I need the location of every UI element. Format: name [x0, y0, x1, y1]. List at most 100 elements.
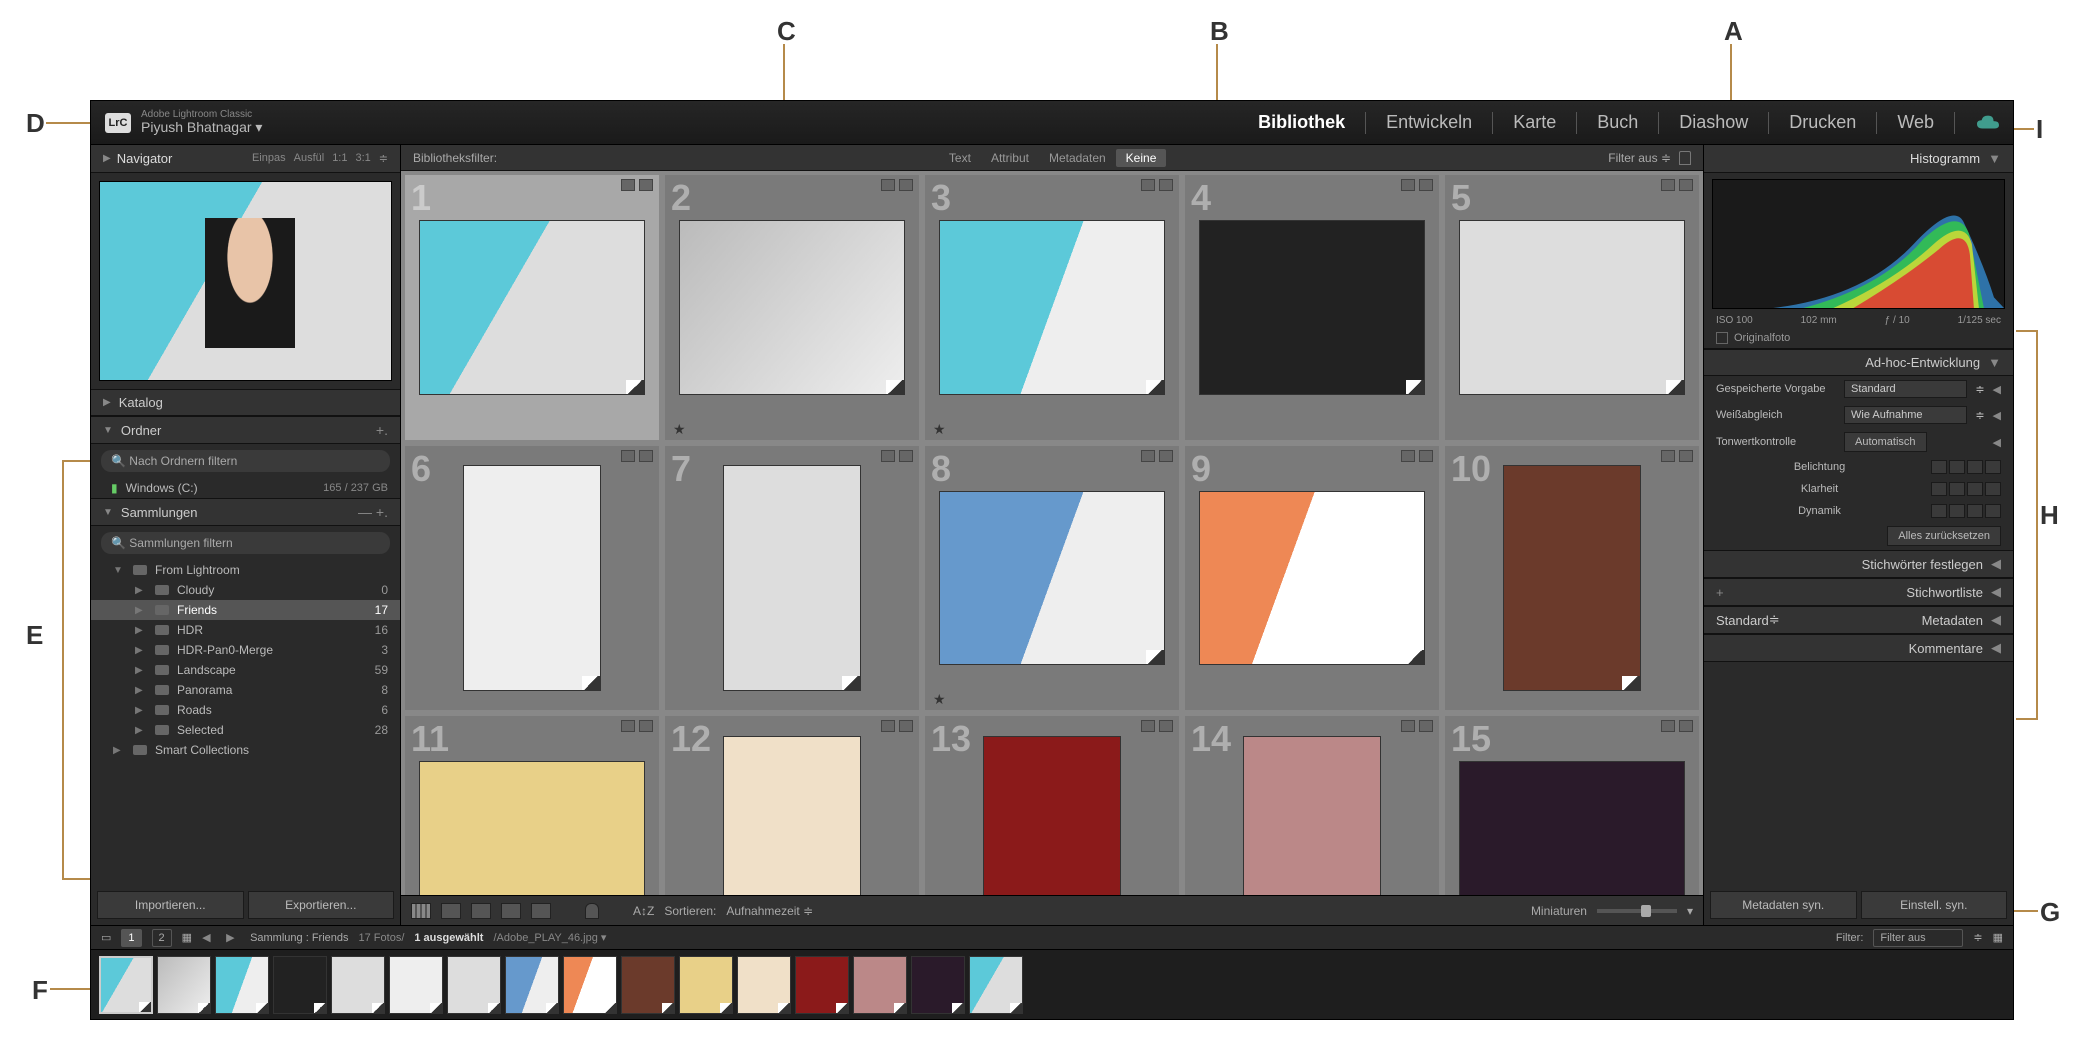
grid-cell[interactable]: 10	[1445, 446, 1699, 711]
nav-back-icon[interactable]: ◀	[202, 931, 216, 945]
survey-view-icon[interactable]	[501, 903, 521, 919]
collection-item[interactable]: ▶Panorama8	[91, 680, 400, 700]
navigator-preview[interactable]	[99, 181, 392, 381]
cloud-sync-icon[interactable]	[1977, 115, 1999, 131]
wb-dropdown[interactable]: Wie Aufnahme	[1844, 406, 1967, 424]
folders-filter-input[interactable]: 🔍 Nach Ordnern filtern	[101, 450, 390, 472]
collection-item[interactable]: ▶Selected28	[91, 720, 400, 740]
sort-value[interactable]: Aufnahmezeit ≑	[726, 904, 813, 918]
module-develop[interactable]: Entwickeln	[1380, 112, 1478, 133]
grid-cell[interactable]: 7	[665, 446, 919, 711]
module-web[interactable]: Web	[1891, 112, 1940, 133]
histogram-display[interactable]	[1712, 179, 2005, 309]
comments-header[interactable]: Kommentare◀	[1704, 634, 2013, 662]
add-collection-icon[interactable]: — +.	[358, 504, 388, 520]
grid-cell[interactable]: 9	[1185, 446, 1439, 711]
thumbnail-size-slider[interactable]	[1597, 909, 1677, 913]
people-view-icon[interactable]	[531, 903, 551, 919]
grid-cell[interactable]: 1	[405, 175, 659, 440]
grid-cell[interactable]: 5	[1445, 175, 1699, 440]
quick-develop-header[interactable]: Ad-hoc-Entwicklung▼	[1704, 349, 2013, 376]
add-folder-icon[interactable]: +.	[376, 422, 388, 438]
filter-tab-text[interactable]: Text	[939, 149, 981, 167]
filmstrip-thumb[interactable]	[157, 956, 211, 1014]
keywordlist-header[interactable]: +Stichwortliste◀	[1704, 578, 2013, 606]
metadata-preset-dropdown[interactable]: Standard	[1716, 613, 1769, 628]
vibrance-steppers[interactable]	[1931, 504, 2001, 518]
sort-direction-icon[interactable]: A↕Z	[633, 904, 654, 918]
catalog-panel-header[interactable]: ▶Katalog	[91, 389, 400, 416]
lock-icon[interactable]	[1679, 151, 1691, 165]
module-map[interactable]: Karte	[1507, 112, 1562, 133]
grid-cell[interactable]: 13	[925, 716, 1179, 895]
filmstrip-thumb[interactable]	[99, 956, 153, 1014]
identity-plate[interactable]: Adobe Lightroom Classic Piyush Bhatnagar…	[141, 109, 262, 135]
collection-group[interactable]: ▼From Lightroom	[91, 560, 400, 580]
filmstrip-thumb[interactable]	[505, 956, 559, 1014]
filmstrip-menu-icon[interactable]: ▦	[1993, 931, 2003, 944]
checkbox-icon[interactable]	[1716, 332, 1728, 344]
collections-panel-header[interactable]: ▼Sammlungen— +.	[91, 498, 400, 526]
filter-tab-none[interactable]: Keine	[1116, 149, 1167, 167]
toolbar-menu-icon[interactable]: ▾	[1687, 904, 1693, 918]
filmstrip-thumb[interactable]	[621, 956, 675, 1014]
grid-cell[interactable]: 2★	[665, 175, 919, 440]
compare-view-icon[interactable]	[471, 903, 491, 919]
grid-mode-icon[interactable]: ▦	[182, 931, 192, 944]
collection-item[interactable]: ▶HDR16	[91, 620, 400, 640]
drive-row[interactable]: ▮ Windows (C:)165 / 237 GB	[91, 478, 400, 498]
auto-tone-button[interactable]: Automatisch	[1844, 432, 1927, 452]
original-photo-row[interactable]: Originalfoto	[1704, 328, 2013, 349]
painter-icon[interactable]	[585, 903, 599, 919]
filter-tab-metadata[interactable]: Metadaten	[1039, 149, 1116, 167]
preset-dropdown[interactable]: Standard	[1844, 380, 1967, 398]
import-button[interactable]: Importieren...	[97, 891, 244, 919]
sync-metadata-button[interactable]: Metadaten syn.	[1710, 891, 1857, 919]
grid-cell[interactable]: 8★	[925, 446, 1179, 711]
module-slideshow[interactable]: Diashow	[1673, 112, 1754, 133]
histogram-panel-header[interactable]: Histogramm▼	[1704, 145, 2013, 173]
folders-panel-header[interactable]: ▼Ordner+.	[91, 416, 400, 444]
grid-cell[interactable]: 4	[1185, 175, 1439, 440]
collection-item[interactable]: ▶Roads6	[91, 700, 400, 720]
export-button[interactable]: Exportieren...	[248, 891, 395, 919]
grid-cell[interactable]: 15	[1445, 716, 1699, 895]
filmstrip-thumb[interactable]	[969, 956, 1023, 1014]
grid-view-icon[interactable]	[411, 903, 431, 919]
nav-fwd-icon[interactable]: ▶	[226, 931, 240, 945]
navigator-zoom-opts[interactable]: EinpasAusfül1:13:1 ≑	[252, 152, 388, 165]
reset-all-button[interactable]: Alles zurücksetzen	[1887, 526, 2001, 546]
filmstrip-thumb[interactable]	[679, 956, 733, 1014]
filmstrip-thumb[interactable]	[273, 956, 327, 1014]
navigator-panel-header[interactable]: ▶ Navigator EinpasAusfül1:13:1 ≑	[91, 145, 400, 173]
screen-mode-2[interactable]: 2	[152, 929, 172, 947]
filmstrip-thumb[interactable]	[563, 956, 617, 1014]
grid-cell[interactable]: 3★	[925, 175, 1179, 440]
filmstrip-thumb[interactable]	[737, 956, 791, 1014]
smart-collections-group[interactable]: ▶Smart Collections	[91, 740, 400, 760]
filmstrip-thumb[interactable]	[853, 956, 907, 1014]
module-library[interactable]: Bibliothek	[1252, 112, 1351, 133]
keywording-header[interactable]: Stichwörter festlegen◀	[1704, 550, 2013, 578]
grid-cell[interactable]: 6	[405, 446, 659, 711]
sync-settings-button[interactable]: Einstell. syn.	[1861, 891, 2008, 919]
filmstrip-thumb[interactable]	[215, 956, 269, 1014]
filmstrip-thumb[interactable]	[795, 956, 849, 1014]
grid-cell[interactable]: 14	[1185, 716, 1439, 895]
metadata-header[interactable]: Standard≑Metadaten◀	[1704, 606, 2013, 634]
filter-preset-label[interactable]: Filter aus ≑	[1608, 151, 1671, 165]
collection-item[interactable]: ▶HDR-Pan0-Merge3	[91, 640, 400, 660]
screen-mode-1[interactable]: 1	[121, 929, 141, 947]
exposure-steppers[interactable]	[1931, 460, 2001, 474]
filter-tab-attribute[interactable]: Attribut	[981, 149, 1039, 167]
grid-cell[interactable]: 12	[665, 716, 919, 895]
filmstrip-thumb[interactable]	[447, 956, 501, 1014]
collection-item[interactable]: ▶Friends17	[91, 600, 400, 620]
filmstrip-thumb[interactable]	[911, 956, 965, 1014]
filmstrip[interactable]	[91, 949, 2013, 1019]
collections-filter-input[interactable]: 🔍 Sammlungen filtern	[101, 532, 390, 554]
collection-item[interactable]: ▶Landscape59	[91, 660, 400, 680]
clarity-steppers[interactable]	[1931, 482, 2001, 496]
loupe-view-icon[interactable]	[441, 903, 461, 919]
filmstrip-thumb[interactable]	[331, 956, 385, 1014]
